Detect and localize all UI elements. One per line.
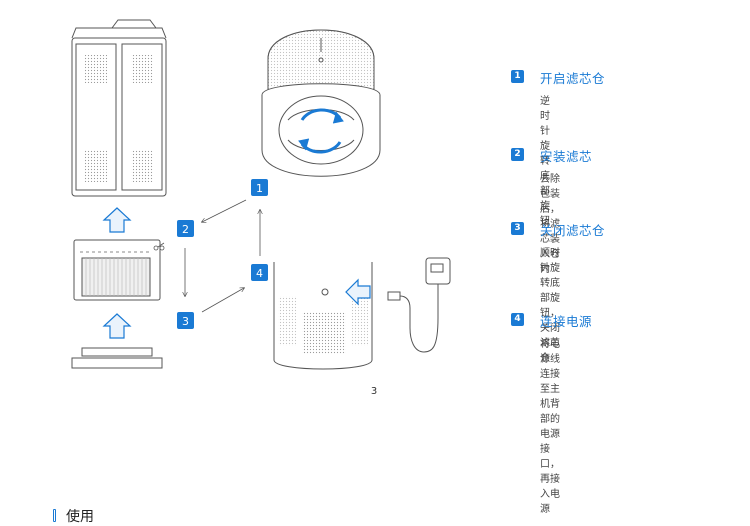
svg-text:2: 2 [182, 223, 189, 236]
flow-arrows [185, 199, 260, 313]
step-title: 开启滤芯仓 [540, 71, 606, 86]
purifier-bottom-view [261, 29, 381, 177]
scissors-icon [153, 242, 165, 251]
step-title: 关闭滤芯仓 [540, 223, 606, 238]
svg-text:4: 4 [256, 267, 263, 280]
step-number-badge: 1 [511, 70, 524, 83]
step-title: 连接电源 [540, 314, 593, 329]
step-marker-1: 1 [251, 179, 268, 196]
section-title: 使用 [66, 509, 94, 525]
step-number-badge: 2 [511, 148, 524, 161]
up-arrow-icon [102, 313, 132, 339]
page-number: 3 [370, 386, 378, 397]
section-bar-icon [53, 509, 56, 522]
step-marker-4: 4 [251, 264, 268, 281]
step-number-badge: 4 [511, 313, 524, 326]
base-plate [71, 347, 163, 369]
power-adapter-icon [387, 257, 451, 353]
svg-text:3: 3 [182, 315, 189, 328]
step-description: 将电源线连接至主机背部的 电源接口，再接入电源 [540, 339, 560, 515]
step-title: 安装滤芯 [540, 149, 593, 164]
purifier-side-view [71, 19, 167, 197]
step-number-badge: 3 [511, 222, 524, 235]
up-arrow-icon [102, 207, 132, 233]
step-marker-3: 3 [177, 312, 194, 329]
purifier-base-view [273, 262, 373, 370]
svg-text:1: 1 [256, 182, 263, 195]
filter-cartridge [73, 239, 161, 301]
step-marker-2: 2 [177, 220, 194, 237]
installation-diagram: 1 2 3 4 [71, 19, 451, 370]
section-heading: 使用 [53, 506, 94, 526]
